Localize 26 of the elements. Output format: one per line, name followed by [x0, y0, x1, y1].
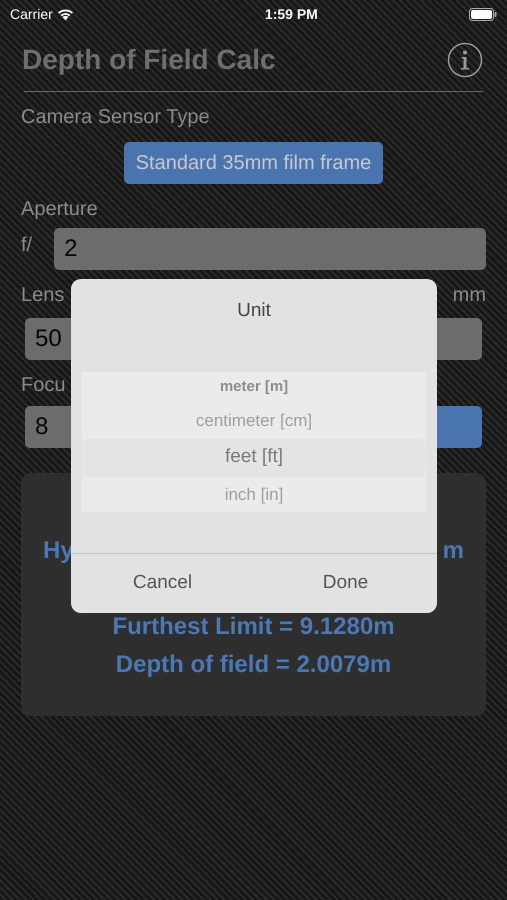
carrier-label: Carrier: [10, 4, 53, 24]
app-title: Depth of Field Calc: [22, 42, 276, 77]
unit-label: mm: [452, 283, 486, 308]
dialog-button[interactable]: Done: [254, 554, 437, 613]
picker-option[interactable]: feet [ft]: [82, 438, 426, 478]
unit-picker[interactable]: meter [m] centimeter [cm] feet [ft] inch [in]: [82, 372, 426, 512]
field-label: Lens: [21, 283, 64, 308]
picker-option[interactable]: inch [in]: [224, 478, 284, 512]
picker-option[interactable]: centimeter [cm]: [196, 404, 312, 438]
result-text: Furthest Limit = 9.1280m: [112, 612, 395, 642]
dialog-button[interactable]: Cancel: [71, 554, 254, 613]
result-text: Depth of field = 2.0079m: [116, 650, 392, 680]
result-text: m: [442, 536, 464, 566]
field-label: Camera Sensor Type: [21, 105, 211, 130]
wifi-icon: [56, 8, 74, 20]
picker-option[interactable]: meter [m]: [220, 372, 288, 404]
field-label: Aperture: [21, 197, 99, 222]
f-stop-prefix: f/: [21, 233, 32, 258]
result-text: Hy: [43, 536, 74, 566]
clock-time: 1:59 PM: [264, 4, 318, 24]
info-icon[interactable]: [447, 42, 483, 78]
dialog-title: Unit: [237, 299, 271, 323]
sensor-type-button[interactable]: Standard 35mm film frame: [124, 142, 384, 184]
field-label: Focu: [21, 373, 66, 398]
aperture-field[interactable]: 2: [54, 228, 486, 270]
battery-icon: [468, 8, 497, 20]
